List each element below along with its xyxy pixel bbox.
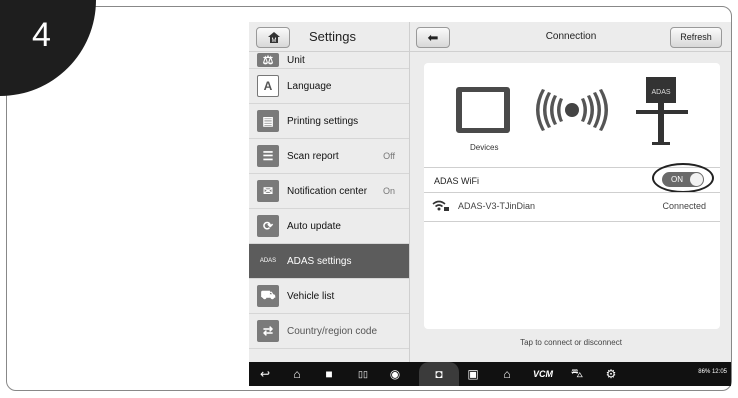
sidebar-item-label: Country/region code	[287, 325, 378, 337]
home-icon: M	[268, 32, 280, 44]
browser-icon[interactable]: ◉	[385, 362, 405, 386]
back-nav-icon[interactable]: ↩	[255, 362, 275, 386]
service-icon[interactable]: ⚙	[601, 362, 621, 386]
notification-icon: ✉	[257, 180, 279, 202]
swap-icon: ⇄	[257, 320, 279, 342]
printer-icon: ▤	[257, 110, 279, 132]
sidebar-item-label: Printing settings	[287, 115, 359, 127]
toggle-label: ON	[671, 175, 683, 184]
sidebar-item-label: Scan report	[287, 150, 339, 162]
connection-card: ADAS Devices ADAS WiFi ON ADAS-V3-TJinDi…	[424, 63, 720, 329]
network-status: Connected	[662, 201, 706, 211]
sidebar-item-country-region[interactable]: ⇄ Country/region code	[249, 314, 409, 349]
tablet-screen: M Settings ⚖ Unit A Language ▤ Printing …	[249, 22, 731, 386]
sidebar-item-adas-settings[interactable]: ADAS ADAS settings	[249, 244, 409, 279]
svg-text:M: M	[272, 38, 277, 44]
sidebar-item-vehicle-list[interactable]: ⛟ Vehicle list	[249, 279, 409, 314]
sidebar-item-auto-update[interactable]: ⟳ Auto update	[249, 209, 409, 244]
sidebar-title: Settings	[309, 29, 356, 44]
sidebar-item-label: Notification center	[287, 185, 368, 197]
settings-sidebar: M Settings ⚖ Unit A Language ▤ Printing …	[249, 22, 409, 362]
settings-list: ⚖ Unit A Language ▤ Printing settings ☰ …	[249, 52, 409, 349]
refresh-button[interactable]: Refresh	[670, 27, 722, 48]
android-navbar: ↩ ⌂ ■ ▯▯ ◉ ◘ ▣ ⌂ VCM ⛍ ⚙ 86% 12:05	[249, 362, 731, 386]
wireless-signal-icon	[536, 89, 608, 131]
home-nav-icon[interactable]: ⌂	[287, 362, 307, 386]
scale-icon: ⚖	[257, 53, 279, 67]
tablet-device-icon	[456, 87, 510, 133]
split-screen-icon[interactable]: ▯▯	[353, 362, 373, 386]
sidebar-header: M Settings	[249, 22, 409, 52]
vehicle-list-icon: ⛟	[257, 285, 279, 307]
autel-home-icon[interactable]: ⌂	[497, 362, 517, 386]
adas-wifi-label: ADAS WiFi	[434, 176, 479, 186]
panel-header: ⬅ Connection Refresh	[410, 22, 731, 52]
adas-icon: ADAS	[257, 250, 279, 272]
sidebar-item-notification[interactable]: ✉ Notification center On	[249, 174, 409, 209]
screenshot-frame: 4 M Settings ⚖ Unit A Language ▤ Printin…	[0, 0, 738, 398]
adas-wifi-row: ADAS WiFi ON	[424, 163, 720, 193]
sidebar-item-label: Language	[287, 80, 332, 92]
car-icon[interactable]: ⛍	[567, 362, 587, 386]
status-bar-info: 86% 12:05	[698, 369, 727, 375]
sidebar-item-printing[interactable]: ▤ Printing settings	[249, 104, 409, 139]
connection-panel: ⬅ Connection Refresh ADAS Devices ADAS W…	[409, 22, 731, 362]
sidebar-item-value: On	[382, 186, 395, 196]
screen-record-icon[interactable]: ▣	[463, 362, 483, 386]
connection-diagram: ADAS	[456, 77, 688, 145]
language-icon: A	[257, 75, 279, 97]
tap-hint: Tap to connect or disconnect	[520, 338, 622, 347]
update-icon: ⟳	[257, 215, 279, 237]
sidebar-item-label: Unit	[287, 54, 305, 66]
adas-device-label: ADAS	[651, 89, 670, 96]
vcm-icon[interactable]: VCM	[529, 362, 557, 386]
sidebar-item-unit[interactable]: ⚖ Unit	[249, 52, 409, 69]
sidebar-item-label: Vehicle list	[287, 290, 335, 302]
camera-icon[interactable]: ◘	[429, 362, 449, 386]
recent-apps-icon[interactable]: ■	[319, 362, 339, 386]
wifi-lock-icon	[432, 200, 449, 211]
sidebar-item-language[interactable]: A Language	[249, 69, 409, 104]
network-name: ADAS-V3-TJinDian	[458, 201, 536, 211]
toggle-knob	[690, 173, 703, 186]
sidebar-item-label: Auto update	[287, 220, 341, 232]
network-row[interactable]: ADAS-V3-TJinDian Connected	[424, 192, 720, 222]
home-button[interactable]: M	[256, 27, 290, 48]
adas-calibration-frame-icon: ADAS	[636, 77, 688, 145]
adas-wifi-toggle[interactable]: ON	[662, 172, 704, 187]
devices-label: Devices	[470, 143, 499, 152]
sidebar-item-scan-report[interactable]: ☰ Scan report Off	[249, 139, 409, 174]
sidebar-item-label: ADAS settings	[287, 255, 352, 267]
sidebar-item-value: Off	[383, 151, 395, 161]
report-icon: ☰	[257, 145, 279, 167]
